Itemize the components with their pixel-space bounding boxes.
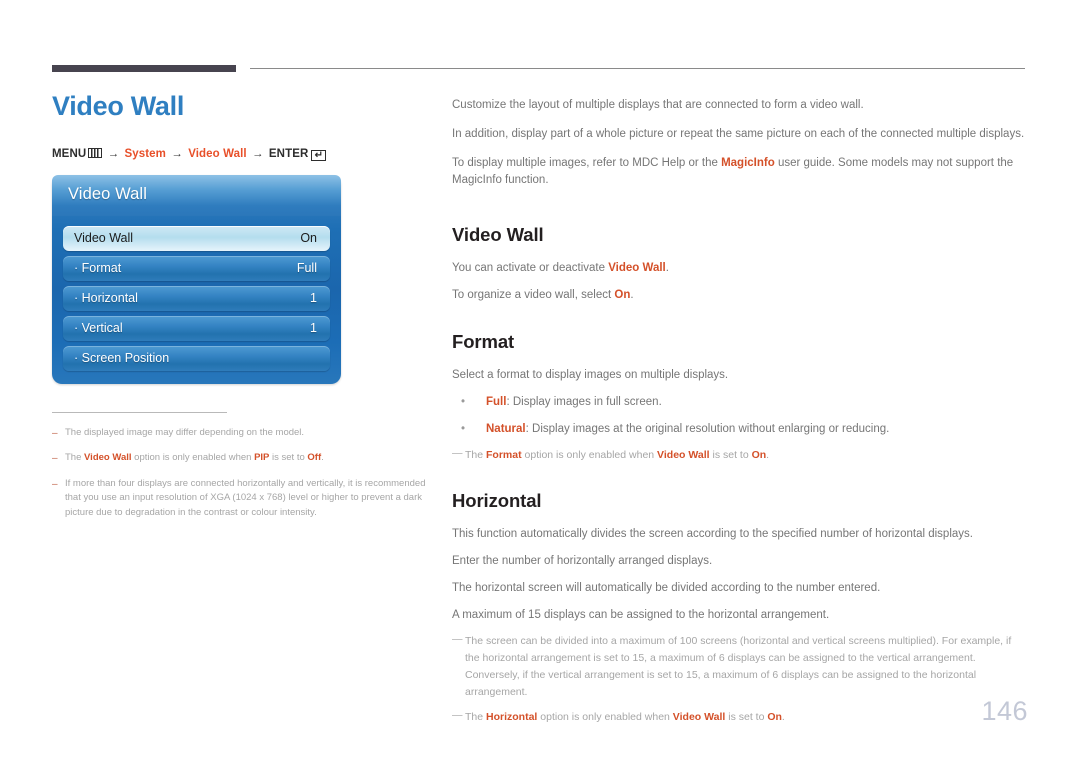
osd-row-screen-position[interactable]: Screen Position: [63, 345, 330, 371]
footnotes-divider: [52, 411, 227, 413]
intro-paragraphs: Customize the layout of multiple display…: [452, 97, 1027, 190]
osd-row-label: Horizontal: [74, 291, 138, 305]
section-note-text: The screen can be divided into a maximum…: [465, 635, 1012, 698]
footnote-text: If more than four displays are connected…: [65, 477, 426, 519]
breadcrumb-step-video-wall: Video Wall: [188, 147, 247, 160]
footnote-dash: –: [52, 427, 58, 439]
breadcrumb-menu-label: MENU: [52, 147, 87, 160]
breadcrumb-enter-label: ENTER: [268, 147, 309, 160]
intro-paragraph: To display multiple images, refer to MDC…: [452, 156, 1014, 187]
breadcrumb-arrow-3: →: [252, 147, 264, 160]
right-column: Customize the layout of multiple display…: [452, 97, 1027, 733]
breadcrumb: MENU → System → Video Wall → ENTER: [52, 147, 432, 161]
osd-row-label: Format: [74, 261, 122, 275]
bullet-dot-icon: •: [461, 395, 466, 408]
osd-row-value: 1: [310, 321, 317, 336]
menu-bars-icon: [88, 147, 103, 158]
header-rule-thick: [52, 65, 236, 72]
osd-row-list: Video WallOnFormatFullHorizontal1Vertica…: [63, 225, 330, 371]
section-note: — The Horizontal option is only enabled w…: [452, 709, 1027, 726]
footnote-text: The displayed image may differ depending…: [65, 426, 305, 438]
section-note: — The Format option is only enabled when …: [452, 447, 1027, 464]
section-heading-horizontal: Horizontal: [452, 490, 542, 512]
left-footnotes: – The displayed image may differ dependin…: [52, 411, 432, 521]
osd-panel-title: Video Wall: [52, 174, 341, 216]
left-column: Video Wall MENU → System → Video Wall → …: [52, 91, 432, 531]
section-note-dash: —: [452, 633, 463, 646]
osd-row-label: Vertical: [74, 321, 123, 335]
osd-row-video-wall[interactable]: Video Wall On: [63, 225, 330, 251]
osd-row-vertical[interactable]: Vertical 1: [63, 315, 330, 341]
osd-row-label: Video Wall: [74, 231, 134, 246]
bullet-text: Natural: Display images at the original …: [486, 422, 890, 435]
section-heading-format: Format: [452, 330, 515, 352]
enter-key-icon: [311, 149, 327, 161]
footnote-dash: –: [52, 478, 58, 490]
breadcrumb-arrow-2: →: [171, 147, 183, 160]
osd-row-value: Full: [296, 261, 317, 276]
section-paragraph: A maximum of 15 displays can be assigned…: [452, 608, 830, 621]
page-header-rules: [0, 0, 1080, 80]
footnote-dash: –: [52, 453, 58, 465]
osd-row-horizontal[interactable]: Horizontal 1: [63, 285, 330, 311]
section-note-dash: —: [452, 708, 463, 721]
breadcrumb-step-system: System: [124, 147, 166, 160]
bullet-dot-icon: •: [461, 422, 466, 435]
intro-paragraph: In addition, display part of a whole pic…: [452, 127, 1025, 140]
osd-row-format[interactable]: Format Full: [63, 255, 330, 281]
section-note-dash: —: [452, 447, 463, 460]
bullet-item: • Full: Display images in full screen.: [452, 394, 1027, 412]
left-footnote-list: – The displayed image may differ dependin…: [52, 426, 432, 521]
content-sections: Video Wall You can activate or deactivate…: [452, 224, 1027, 725]
intro-paragraph: Customize the layout of multiple display…: [452, 99, 864, 111]
footnote-text: The Video Wall option is only enabled wh…: [65, 452, 324, 464]
footnote: – If more than four displays are connecte…: [52, 477, 432, 521]
section-paragraph: Select a format to display images on mul…: [452, 368, 729, 381]
osd-row-value: 1: [310, 291, 317, 306]
section-paragraph: You can activate or deactivate Video Wal…: [452, 262, 669, 275]
bullet-text: Full: Display images in full screen.: [486, 395, 662, 408]
section-note: — The screen can be divided into a maximu…: [452, 633, 1027, 700]
bullet-item: • Natural: Display images at the original…: [452, 421, 1027, 439]
footnote: – The Video Wall option is only enabled w…: [52, 451, 432, 467]
section-paragraph: The horizontal screen will automatically…: [452, 581, 881, 594]
section-note-text: The Format option is only enabled when V…: [465, 449, 770, 462]
section-heading-video-wall: Video Wall: [452, 224, 544, 246]
header-rule-thin: [250, 68, 1025, 69]
breadcrumb-arrow-1: →: [107, 147, 120, 160]
section-paragraph: Enter the number of horizontally arrange…: [452, 554, 713, 567]
page-title: Video Wall: [52, 91, 185, 121]
section-paragraph: To organize a video wall, select On.: [452, 289, 634, 302]
section-note-text: The Horizontal option is only enabled wh…: [465, 710, 785, 723]
page-number: 146: [981, 696, 1028, 726]
osd-menu-panel: Video Wall Video Wall On Format Full Horizon…: [52, 174, 341, 384]
footnote: – The displayed image may differ dependin…: [52, 426, 432, 442]
osd-row-label: Screen Position: [74, 351, 170, 365]
section-paragraph: This function automatically divides the …: [452, 528, 973, 541]
osd-row-value: On: [300, 231, 317, 246]
